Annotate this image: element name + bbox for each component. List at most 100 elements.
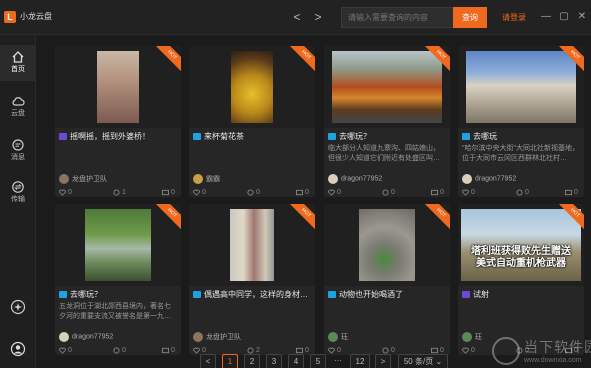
card-thumbnail bbox=[324, 204, 450, 286]
view-stat: 0 bbox=[516, 188, 529, 197]
card-thumbnail bbox=[55, 46, 181, 128]
avatar bbox=[59, 174, 69, 184]
watermark-logo-icon bbox=[492, 337, 520, 365]
card-author[interactable]: dragon77952 bbox=[328, 174, 382, 185]
video-card[interactable]: HOT 去哪玩？ 临大部分人知道九寨沟、四姑娘山，但很少人知道它们附近有处盛区叫… bbox=[324, 46, 450, 197]
page-button[interactable]: 3 bbox=[266, 354, 282, 368]
thumbnail-image bbox=[461, 209, 581, 281]
minimize-button[interactable]: — bbox=[540, 10, 552, 24]
card-title: 去哪玩？ bbox=[339, 132, 371, 141]
video-card[interactable]: HOT 去哪玩 "哈尔滨中央大街"大同北社新视基地，位于大同市云冈区西群林北社村… bbox=[458, 46, 584, 197]
page-button[interactable]: 2 bbox=[244, 354, 260, 368]
card-thumbnail bbox=[324, 46, 450, 128]
video-card[interactable]: HOT 动物也开始喝酒了 珏 0 0 0 bbox=[324, 204, 450, 355]
sidebar-item-plugin[interactable] bbox=[0, 294, 36, 318]
sidebar-item-user[interactable] bbox=[0, 336, 36, 360]
close-button[interactable]: ✕ bbox=[576, 10, 588, 24]
video-tag-icon bbox=[328, 133, 336, 140]
content-area: HOT 摇啊摇，摇到外婆桥！ 龙盘护卫队 0 1 0 HOT 来杯菊花茶 霸霸 … bbox=[37, 35, 591, 368]
user-icon bbox=[10, 341, 26, 357]
card-title-row: 去哪玩？ bbox=[328, 131, 446, 142]
avatar bbox=[328, 332, 338, 342]
transfer-icon bbox=[12, 181, 24, 193]
card-title: 来杯菊花茶 bbox=[204, 132, 244, 141]
login-link[interactable]: 请登录 bbox=[502, 12, 526, 23]
card-stats: 0 0 0 bbox=[193, 188, 311, 197]
card-desc bbox=[328, 302, 446, 322]
app-logo: L bbox=[4, 11, 16, 23]
save-stat[interactable]: 0 bbox=[162, 188, 175, 197]
search-button[interactable]: 查询 bbox=[453, 7, 487, 28]
video-card[interactable]: 塔利班获得败先生赠送 美式自动重机枪武器 HOT 试射 珏 0 0 0 bbox=[458, 204, 584, 355]
forward-button[interactable]: > bbox=[311, 10, 325, 24]
card-author[interactable]: 珏 bbox=[462, 332, 482, 343]
card-thumbnail: 塔利班获得败先生赠送 美式自动重机枪武器 bbox=[458, 204, 584, 286]
page-size-select[interactable]: 50 条/页 ⌄ bbox=[398, 354, 448, 368]
like-count: 0 bbox=[471, 347, 475, 354]
save-stat[interactable]: 0 bbox=[296, 188, 309, 197]
card-author[interactable]: dragon77952 bbox=[462, 174, 516, 185]
avatar bbox=[193, 174, 203, 184]
card-author[interactable]: 龙盘护卫队 bbox=[193, 332, 241, 343]
message-icon bbox=[12, 139, 24, 151]
page-button[interactable]: 1 bbox=[222, 354, 238, 368]
card-title: 动物也开始喝酒了 bbox=[339, 290, 403, 299]
video-card[interactable]: HOT 来杯菊花茶 霸霸 0 0 0 bbox=[189, 46, 315, 197]
maximize-button[interactable]: ▢ bbox=[558, 10, 570, 24]
view-stat: 0 bbox=[247, 188, 260, 197]
folder-icon bbox=[565, 189, 572, 195]
card-title: 去哪玩？ bbox=[70, 290, 102, 299]
save-stat[interactable]: 0 bbox=[431, 188, 444, 197]
page-ellipsis[interactable]: ··· bbox=[330, 354, 346, 368]
sidebar-item-home[interactable]: 首页 bbox=[0, 45, 36, 81]
card-author[interactable]: 龙盘护卫队 bbox=[59, 174, 107, 185]
video-card[interactable]: HOT 摇啊摇，摇到外婆桥！ 龙盘护卫队 0 1 0 bbox=[55, 46, 181, 197]
view-count: 0 bbox=[256, 189, 260, 196]
thumbnail-image bbox=[85, 209, 151, 281]
card-stats: 0 0 0 bbox=[59, 346, 177, 355]
like-stat[interactable]: 0 bbox=[328, 188, 341, 197]
page-size-label: 50 条/页 bbox=[403, 357, 434, 366]
page-button[interactable]: 5 bbox=[310, 354, 326, 368]
like-count: 0 bbox=[337, 189, 341, 196]
save-stat[interactable]: 0 bbox=[162, 346, 175, 355]
video-card[interactable]: HOT 偶遇高中同学，这样的身材… 龙盘护卫队 0 2 0 bbox=[189, 204, 315, 355]
like-stat[interactable]: 0 bbox=[59, 188, 72, 197]
card-author[interactable]: 珏 bbox=[328, 332, 348, 343]
sidebar-item-transfer[interactable]: 传输 bbox=[0, 175, 36, 211]
video-caption: 塔利班获得败先生赠送 美式自动重机枪武器 bbox=[464, 246, 578, 270]
card-author[interactable]: dragon77952 bbox=[59, 332, 113, 343]
folder-icon bbox=[431, 347, 438, 353]
like-stat[interactable]: 0 bbox=[193, 188, 206, 197]
save-stat[interactable]: 0 bbox=[565, 188, 578, 197]
sidebar-item-message[interactable]: 消息 bbox=[0, 133, 36, 169]
card-thumbnail bbox=[458, 46, 584, 128]
sidebar-item-cloud[interactable]: 云盘 bbox=[0, 89, 36, 125]
like-stat[interactable]: 0 bbox=[59, 346, 72, 355]
like-stat[interactable]: 0 bbox=[462, 188, 475, 197]
eye-icon bbox=[247, 347, 254, 354]
card-thumbnail bbox=[189, 204, 315, 286]
card-author[interactable]: 霸霸 bbox=[193, 174, 220, 185]
last-page-button[interactable]: 12 bbox=[350, 354, 370, 368]
like-stat[interactable]: 0 bbox=[462, 346, 475, 355]
video-card[interactable]: HOT 去哪玩？ 五龙洞位于湖北郧西县境内，著名七夕河的重要支流又被誉名是第一九… bbox=[55, 204, 181, 355]
page-button[interactable]: 4 bbox=[288, 354, 304, 368]
card-title-row: 去哪玩 bbox=[462, 131, 580, 142]
heart-icon bbox=[462, 347, 469, 354]
prev-page-button[interactable]: < bbox=[200, 354, 216, 368]
view-stat: 0 bbox=[113, 346, 126, 355]
video-tag-icon bbox=[462, 133, 470, 140]
eye-icon bbox=[516, 189, 523, 196]
view-count: 0 bbox=[122, 347, 126, 354]
back-button[interactable]: < bbox=[290, 10, 304, 24]
save-count: 0 bbox=[171, 347, 175, 354]
plugin-icon bbox=[10, 299, 26, 315]
next-page-button[interactable]: > bbox=[375, 354, 391, 368]
card-title: 去哪玩 bbox=[473, 132, 497, 141]
card-desc bbox=[193, 144, 311, 164]
search-input[interactable] bbox=[341, 7, 453, 28]
author-name: 珏 bbox=[475, 334, 482, 341]
title-bar: L 小龙云盘 < > 查询 请登录 — ▢ ✕ bbox=[0, 0, 591, 35]
card-desc: 五龙洞位于湖北郧西县境内，著名七夕河的重要支流又被誉名是第一九… bbox=[59, 303, 171, 320]
